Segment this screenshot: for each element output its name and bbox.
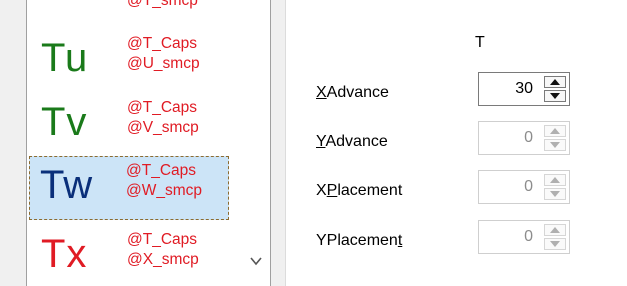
glyph-list-panel: @T_smcp Tu @T_Caps @U_smcp Tv @T_Caps @V… (8, 0, 271, 286)
spin-up-icon[interactable] (544, 224, 566, 236)
spin-buttons (544, 125, 566, 151)
glyph-preview: Tx (41, 232, 88, 276)
column-header: T (475, 34, 485, 51)
spin-up-icon[interactable] (544, 76, 566, 88)
yplacement-label: YPlacement (316, 232, 403, 249)
yadvance-label: YAdvance (316, 133, 388, 150)
glyph-names: @T_Caps @U_smcp (127, 34, 200, 74)
spin-buttons (544, 174, 566, 200)
xplacement-spinbox[interactable]: 0 (478, 170, 570, 204)
spin-up-icon[interactable] (544, 174, 566, 186)
glyph-preview: Tv (41, 100, 88, 144)
chevron-down-icon[interactable] (249, 254, 263, 268)
yadvance-spinbox[interactable]: 0 (478, 121, 570, 155)
spin-down-icon[interactable] (544, 90, 566, 102)
glyph-name-line2: @W_smcp (126, 182, 203, 199)
glyph-name-line1: @T_Caps (127, 35, 198, 52)
panel-divider (272, 0, 278, 286)
xadvance-label: XAdvance (316, 84, 389, 101)
glyph-list-item[interactable]: Tx @T_Caps @X_smcp (29, 224, 229, 286)
spin-down-icon[interactable] (544, 238, 566, 250)
glyph-list[interactable]: @T_smcp Tu @T_Caps @U_smcp Tv @T_Caps @V… (26, 0, 271, 286)
glyph-names: @T_Caps @X_smcp (127, 230, 199, 270)
spin-buttons (544, 224, 566, 250)
yplacement-value[interactable]: 0 (524, 228, 533, 246)
spin-down-icon[interactable] (544, 188, 566, 200)
xplacement-label: XPlacement (316, 182, 403, 199)
xadvance-value[interactable]: 30 (515, 80, 533, 98)
glyph-name-line1: @T_Caps (127, 231, 198, 248)
glyph-name-line1: @T_Caps (126, 162, 197, 179)
glyph-properties-panel: T XAdvance 30 YAdvance 0 XPlacement 0 YP… (285, 0, 627, 286)
glyph-list-item[interactable]: Tu @T_Caps @U_smcp (29, 28, 229, 92)
spin-down-icon[interactable] (544, 139, 566, 151)
xplacement-value[interactable]: 0 (524, 178, 533, 196)
yplacement-spinbox[interactable]: 0 (478, 220, 570, 254)
glyph-name-line1: @T_Caps (127, 99, 198, 116)
glyph-names: @T_Caps @W_smcp (126, 161, 202, 201)
glyph-preview: Tw (40, 163, 94, 207)
spin-buttons (544, 76, 566, 102)
xadvance-spinbox[interactable]: 30 (478, 72, 570, 106)
glyph-names: @T_Caps @V_smcp (127, 98, 199, 138)
glyph-name-line2: @V_smcp (127, 119, 199, 136)
glyph-preview: Tu (41, 36, 89, 80)
glyph-list-partial-label: @T_smcp (127, 0, 198, 9)
glyph-list-item-selected[interactable]: Tw @T_Caps @W_smcp (29, 156, 229, 220)
yadvance-value[interactable]: 0 (524, 129, 533, 147)
glyph-name-line2: @X_smcp (127, 251, 199, 268)
glyph-list-item[interactable]: Tv @T_Caps @V_smcp (29, 92, 229, 156)
spin-up-icon[interactable] (544, 125, 566, 137)
glyph-name-line2: @U_smcp (127, 55, 200, 72)
